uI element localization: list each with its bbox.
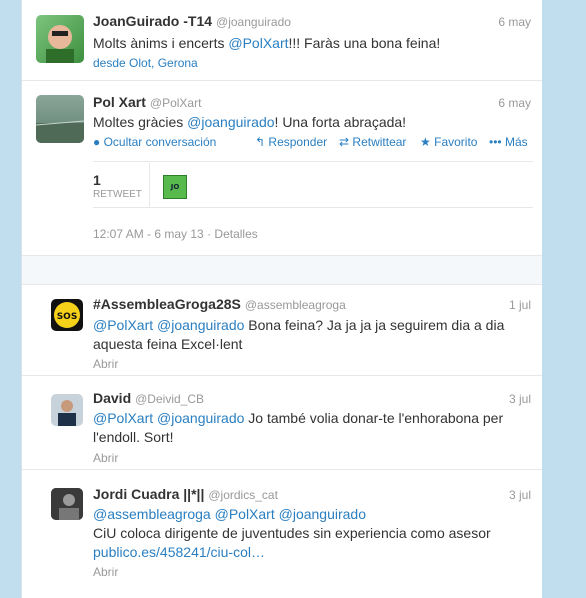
mention-link[interactable]: @joanguirado bbox=[187, 114, 274, 130]
author-name[interactable]: Pol Xart @PolXart bbox=[93, 94, 201, 110]
tweet-date[interactable]: 6 may bbox=[498, 96, 531, 110]
mention-links[interactable]: @PolXart @joanguirado bbox=[93, 317, 244, 333]
avatar-field-icon bbox=[36, 120, 84, 143]
reply-button[interactable]: ↰ Responder bbox=[255, 135, 327, 149]
retweet-icon: ⇄ bbox=[339, 135, 350, 149]
reply-tweet[interactable]: David @Deivid_CB 3 jul @PolXart @joanguir… bbox=[22, 377, 543, 470]
reply-tweet[interactable]: Jordi Cuadra ||*|| @jordics_cat 3 jul @as… bbox=[22, 471, 543, 598]
mention-links[interactable]: @PolXart @joanguirado bbox=[93, 410, 244, 426]
sos-badge-icon: SOS bbox=[54, 302, 80, 328]
author-handle[interactable]: @joanguirado bbox=[216, 15, 291, 29]
conversation-gap bbox=[22, 256, 543, 285]
reply-arrow-icon: ↰ bbox=[255, 135, 266, 149]
divider bbox=[149, 163, 150, 207]
avatar[interactable] bbox=[36, 15, 84, 63]
author-name[interactable]: JoanGuirado -T14 @joanguirado bbox=[93, 13, 291, 29]
author-name[interactable]: David @Deivid_CB bbox=[93, 390, 204, 406]
svg-text:SOS: SOS bbox=[57, 312, 78, 322]
tweet-date[interactable]: 6 may bbox=[498, 15, 531, 29]
avatar[interactable] bbox=[51, 394, 83, 426]
tweet-text: @PolXart @joanguirado Bona feina? Ja ja … bbox=[93, 317, 505, 352]
favorite-button[interactable]: ★ Favorito bbox=[420, 135, 477, 149]
star-icon: ★ bbox=[420, 135, 431, 149]
mention-links[interactable]: @assembleagroga @PolXart @joanguirado bbox=[93, 506, 366, 522]
author-handle[interactable]: @assembleagroga bbox=[245, 298, 346, 312]
tweet-timestamp: 12:07 AM - 6 may 13 · Detalles bbox=[93, 227, 258, 241]
tweet-joanguirado[interactable]: JoanGuirado -T14 @joanguirado 6 may Molts… bbox=[22, 0, 543, 81]
details-link[interactable]: Detalles bbox=[214, 227, 257, 241]
avatar[interactable] bbox=[51, 488, 83, 520]
hide-conversation-button[interactable]: ● Ocultar conversación bbox=[93, 135, 216, 149]
tweet-text: Moltes gràcies @joanguirado! Una forta a… bbox=[93, 114, 407, 130]
more-button[interactable]: ••• Más bbox=[489, 135, 528, 149]
retweet-button[interactable]: ⇄ Retwittear bbox=[339, 135, 406, 149]
mention-link[interactable]: @PolXart bbox=[228, 35, 288, 51]
reply-tweet[interactable]: SOS #AssembleaGroga28S @assembleagroga 1 … bbox=[22, 285, 543, 376]
author-handle[interactable]: @PolXart bbox=[150, 96, 202, 110]
background-strip bbox=[542, 0, 586, 598]
tweet-location[interactable]: desde Olot, Gerona bbox=[93, 56, 198, 70]
tweet-date[interactable]: 3 jul bbox=[509, 392, 531, 406]
tweet-text: @assembleagroga @PolXart @joanguirado CiU… bbox=[93, 506, 491, 560]
open-link[interactable]: Abrir bbox=[93, 357, 118, 371]
retweet-count[interactable]: 1 bbox=[93, 172, 101, 188]
author-handle[interactable]: @jordics_cat bbox=[208, 488, 278, 502]
person-photo-icon bbox=[51, 488, 83, 520]
open-link[interactable]: Abrir bbox=[93, 451, 118, 465]
conversation-panel: JoanGuirado -T14 @joanguirado 6 may Molts… bbox=[21, 0, 544, 598]
divider bbox=[93, 207, 533, 208]
retweeter-avatar[interactable]: JO bbox=[163, 175, 187, 199]
retweet-label: RETWEET bbox=[93, 189, 142, 200]
tweet-text: Molts ànims i encerts @PolXart!!! Faràs … bbox=[93, 35, 441, 51]
more-dots-icon: ••• bbox=[489, 135, 502, 149]
tweet-polxart[interactable]: Pol Xart @PolXart 6 may Moltes gràcies @j… bbox=[22, 81, 543, 256]
tweet-date[interactable]: 1 jul bbox=[509, 298, 531, 312]
avatar[interactable]: SOS bbox=[51, 299, 83, 331]
avatar[interactable] bbox=[36, 95, 84, 143]
speech-bubble-icon: ● bbox=[93, 135, 101, 149]
author-handle[interactable]: @Deivid_CB bbox=[135, 392, 204, 406]
external-link[interactable]: publico.es/458241/ciu-col… bbox=[93, 544, 265, 560]
open-link[interactable]: Abrir bbox=[93, 565, 118, 579]
author-name[interactable]: #AssembleaGroga28S @assembleagroga bbox=[93, 296, 346, 312]
divider bbox=[93, 161, 533, 162]
person-icon bbox=[58, 400, 76, 426]
tweet-text: @PolXart @joanguirado Jo també volia don… bbox=[93, 410, 504, 445]
author-name[interactable]: Jordi Cuadra ||*|| @jordics_cat bbox=[93, 486, 278, 502]
tweet-date[interactable]: 3 jul bbox=[509, 488, 531, 502]
tweet-actions: ● Ocultar conversación bbox=[93, 135, 216, 149]
avatar-face-icon bbox=[46, 25, 74, 63]
